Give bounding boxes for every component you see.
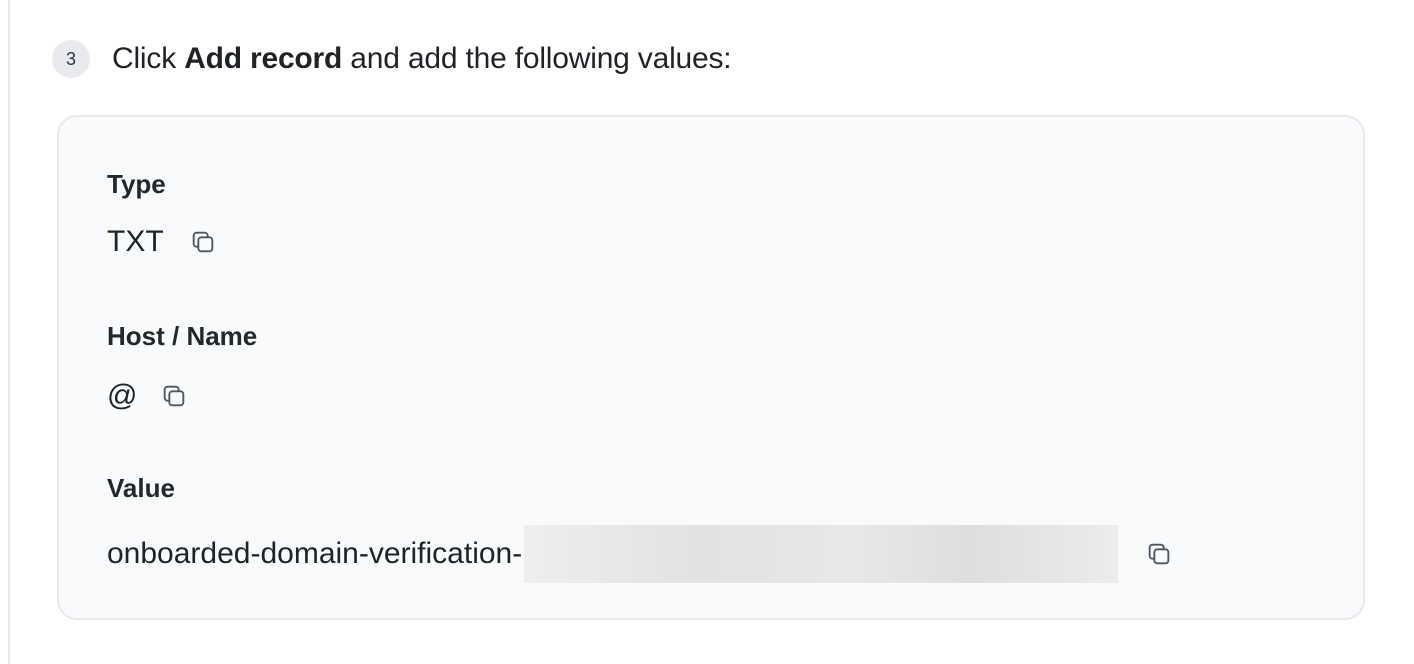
- value-row: onboarded-domain-verification-: [107, 525, 1174, 583]
- type-value: TXT: [107, 225, 164, 258]
- value-prefix: onboarded-domain-verification-: [107, 537, 523, 570]
- step-instruction: 3 Click Add record and add the following…: [52, 38, 732, 80]
- page: 3 Click Add record and add the following…: [0, 0, 1414, 664]
- left-divider: [8, 0, 10, 664]
- step-number-badge: 3: [52, 40, 90, 78]
- host-value-row: @: [107, 379, 189, 413]
- step-text-suffix: and add the following values:: [342, 42, 732, 75]
- type-value-row: TXT: [107, 225, 218, 259]
- host-label: Host / Name: [107, 321, 258, 351]
- step-text-prefix: Click: [112, 42, 185, 75]
- dns-record-card: Type TXT Host / Name @ Value onboarded-d…: [57, 115, 1365, 620]
- type-label: Type: [107, 169, 166, 199]
- value-label: Value: [107, 473, 175, 503]
- step-text-emphasis: Add record: [184, 42, 343, 75]
- redacted-value: [524, 525, 1119, 583]
- copy-icon[interactable]: [159, 381, 189, 411]
- copy-icon[interactable]: [188, 227, 218, 257]
- host-value: @: [107, 379, 138, 412]
- copy-icon[interactable]: [1144, 539, 1174, 569]
- step-text: Click Add record and add the following v…: [112, 42, 732, 76]
